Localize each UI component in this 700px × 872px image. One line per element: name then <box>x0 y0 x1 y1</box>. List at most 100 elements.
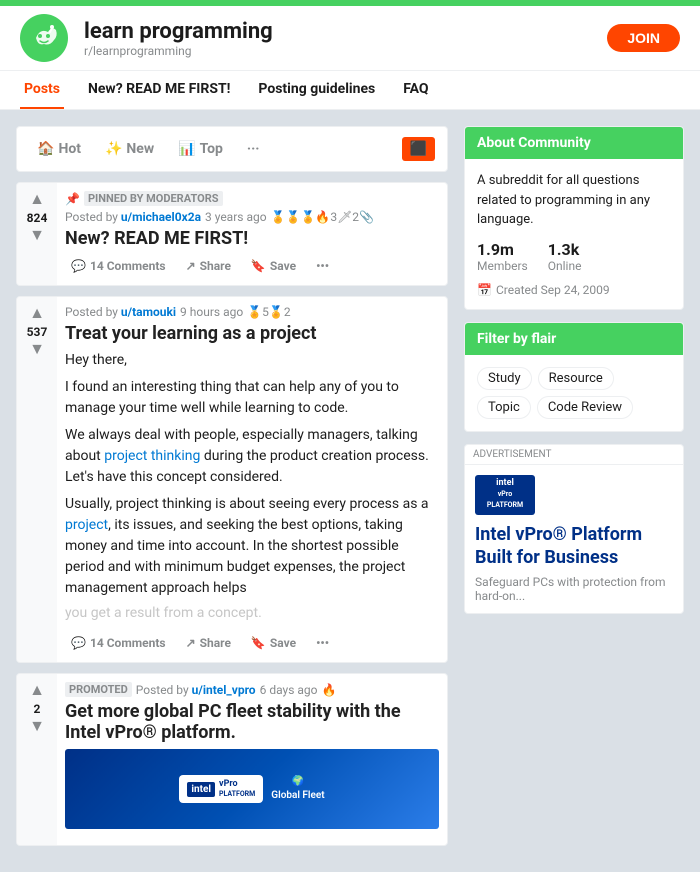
post-title-promo[interactable]: Get more global PC fleet stability with … <box>65 701 439 743</box>
upvote-main[interactable]: ▲ <box>29 305 45 323</box>
new-icon: ✨ <box>105 141 122 157</box>
save-icon-pinned: 🔖 <box>251 259 266 273</box>
online-label: Online <box>548 259 582 273</box>
about-body: A subreddit for all questions related to… <box>465 159 683 309</box>
body-faded: you get a result from a concept. <box>65 603 439 624</box>
upvote-promo[interactable]: ▲ <box>29 682 45 700</box>
sidebar-stats: 1.9m Members 1.3k Online <box>477 240 671 273</box>
filter-tag-codereview[interactable]: Code Review <box>537 396 633 419</box>
post-time-promo: 6 days ago <box>260 683 318 697</box>
online-value: 1.3k <box>548 240 582 259</box>
post-content-main: Posted by u/tamouki 9 hours ago 🏅5🏅2 Tre… <box>57 297 447 662</box>
body-p4: Usually, project thinking is about seein… <box>65 494 439 599</box>
ad-body: intelvProPLATFORM Intel vPro® Platform B… <box>465 465 683 614</box>
pinned-icon: 📌 <box>65 192 80 206</box>
post-title-pinned[interactable]: New? READ ME FIRST! <box>65 228 439 249</box>
filter-header: Filter by flair <box>465 323 683 355</box>
promo-image: intel vProPLATFORM 🌍Global Fleet <box>65 749 439 829</box>
body-p3: We always deal with people, especially m… <box>65 425 439 488</box>
body-p4-before: Usually, project thinking is about seein… <box>65 496 429 512</box>
ad-label: ADVERTISEMENT <box>465 445 683 465</box>
members-value: 1.9m <box>477 240 528 259</box>
post-author-line-main: Posted by u/tamouki 9 hours ago 🏅5🏅2 <box>65 305 439 319</box>
share-pinned[interactable]: ↗ Share <box>180 255 237 277</box>
downvote-main[interactable]: ▼ <box>29 341 45 359</box>
sidebar: About Community A subreddit for all ques… <box>464 126 684 856</box>
sidebar-created: 📅 Created Sep 24, 2009 <box>477 283 671 297</box>
post-time-pinned: 3 years ago <box>205 210 267 224</box>
sort-new[interactable]: ✨ New <box>97 135 162 163</box>
post-fire-promo: 🔥 <box>321 683 336 697</box>
filter-card: Filter by flair Study Resource Topic Cod… <box>464 322 684 432</box>
comments-pinned[interactable]: 💬 14 Comments <box>65 255 172 277</box>
vote-count-promo: 2 <box>34 702 41 716</box>
post-author-promo: Posted by u/intel_vpro <box>136 683 256 697</box>
share-main[interactable]: ↗ Share <box>180 632 237 654</box>
author-link-main[interactable]: u/tamouki <box>121 305 176 319</box>
post-title-main[interactable]: Treat your learning as a project <box>65 323 439 344</box>
post-author-line-promo: PROMOTED Posted by u/intel_vpro 6 days a… <box>65 682 439 697</box>
project-thinking-link[interactable]: project thinking <box>104 448 200 464</box>
subnav-guidelines[interactable]: Posting guidelines <box>254 71 379 109</box>
post-main: ▲ 537 ▼ Posted by u/tamouki 9 hours ago … <box>16 296 448 663</box>
comments-icon-pinned: 💬 <box>71 259 86 273</box>
post-time-main: 9 hours ago <box>180 305 243 319</box>
pinned-label: PINNED BY MODERATORS <box>84 191 223 206</box>
intel-logo: intelvProPLATFORM <box>475 475 535 515</box>
ad-title[interactable]: Intel vPro® Platform Built for Business <box>475 523 673 570</box>
author-link-promo[interactable]: u/intel_vpro <box>192 683 256 697</box>
upvote-pinned[interactable]: ▲ <box>29 191 45 209</box>
vote-col-main: ▲ 537 ▼ <box>17 297 57 662</box>
save-icon-main: 🔖 <box>251 636 266 650</box>
body-p4-after: , its issues, and seeking the best optio… <box>65 517 405 596</box>
body-p2: I found an interesting thing that can he… <box>65 377 439 419</box>
join-button[interactable]: JOIN <box>607 24 680 52</box>
save-pinned[interactable]: 🔖 Save <box>245 255 302 277</box>
post-author-pinned: Posted by u/michael0x2a <box>65 210 201 224</box>
post-pinned: ▲ 824 ▼ 📌 PINNED BY MODERATORS Posted by… <box>16 182 448 286</box>
post-author-main: Posted by u/tamouki <box>65 305 176 319</box>
post-awards-main: 🏅5🏅2 <box>247 305 290 319</box>
about-desc: A subreddit for all questions related to… <box>477 171 671 230</box>
fire-icon: 🏠 <box>37 141 54 157</box>
post-author-line-pinned: Posted by u/michael0x2a 3 years ago 🏅🏅🏅🔥… <box>65 210 439 224</box>
ad-card: ADVERTISEMENT intelvProPLATFORM Intel vP… <box>464 444 684 615</box>
subreddit-logo <box>20 14 68 62</box>
post-actions-pinned: 💬 14 Comments ↗ Share 🔖 Save ••• <box>65 255 439 277</box>
vote-count-pinned: 824 <box>27 211 48 225</box>
vote-col-pinned: ▲ 824 ▼ <box>17 183 57 285</box>
members-label: Members <box>477 259 528 273</box>
subnav-faq[interactable]: FAQ <box>399 71 432 109</box>
vote-col-promo: ▲ 2 ▼ <box>17 674 57 845</box>
header-info: learn programming r/learnprogramming <box>84 19 591 58</box>
more-main[interactable]: ••• <box>310 632 335 654</box>
sort-top[interactable]: 📊 Top <box>170 135 231 163</box>
chart-icon: 📊 <box>178 141 195 157</box>
share-icon-main: ↗ <box>186 636 196 650</box>
filter-tag-study[interactable]: Study <box>477 367 532 390</box>
about-header: About Community <box>465 127 683 159</box>
sort-bar: 🏠 Hot ✨ New 📊 Top ··· ⬛ <box>16 126 448 172</box>
subreddit-slug: r/learnprogramming <box>84 44 591 58</box>
downvote-pinned[interactable]: ▼ <box>29 227 45 245</box>
filter-tag-topic[interactable]: Topic <box>477 396 531 419</box>
comments-main[interactable]: 💬 14 Comments <box>65 632 172 654</box>
subnav-readme[interactable]: New? READ ME FIRST! <box>84 71 234 109</box>
header: learn programming r/learnprogramming JOI… <box>0 6 700 71</box>
save-main[interactable]: 🔖 Save <box>245 632 302 654</box>
subnav-posts[interactable]: Posts <box>20 71 64 109</box>
project-link[interactable]: project <box>65 517 108 533</box>
filter-tag-resource[interactable]: Resource <box>538 367 614 390</box>
post-actions-main: 💬 14 Comments ↗ Share 🔖 Save ••• <box>65 632 439 654</box>
downvote-promo[interactable]: ▼ <box>29 718 45 736</box>
calendar-icon: 📅 <box>477 283 492 297</box>
ad-desc: Safeguard PCs with protection from hard-… <box>475 575 673 603</box>
filter-body: Study Resource Topic Code Review <box>465 355 683 431</box>
more-pinned[interactable]: ••• <box>310 255 335 277</box>
view-toggle[interactable]: ⬛ <box>402 137 435 161</box>
filter-tags: Study Resource Topic Code Review <box>477 367 671 419</box>
subreddit-title: learn programming <box>84 19 591 44</box>
sort-hot[interactable]: 🏠 Hot <box>29 135 89 163</box>
sort-more[interactable]: ··· <box>239 135 268 163</box>
author-link-pinned[interactable]: u/michael0x2a <box>121 210 201 224</box>
